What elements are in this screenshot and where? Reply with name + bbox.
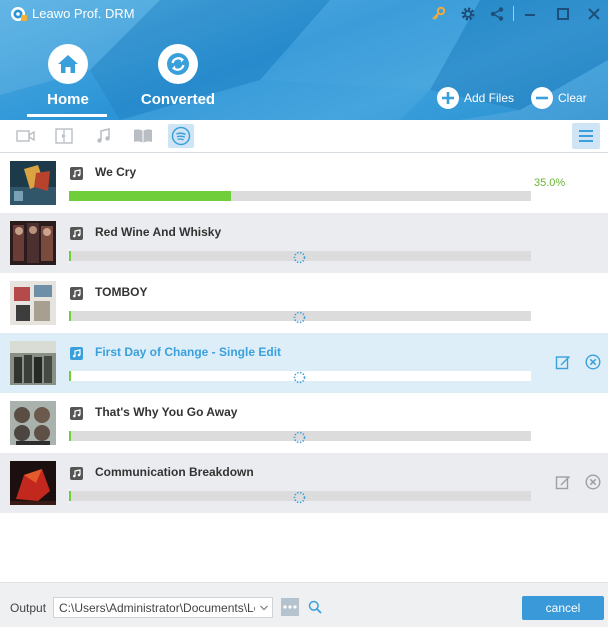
- remove-icon[interactable]: [584, 473, 602, 491]
- song-row[interactable]: Communication Breakdown: [0, 453, 608, 513]
- converted-icon: [158, 44, 198, 84]
- clear-label: Clear: [558, 91, 587, 105]
- nav-converted[interactable]: Converted: [133, 44, 223, 108]
- remove-icon[interactable]: [584, 353, 602, 371]
- song-row[interactable]: Red Wine And Whisky: [0, 213, 608, 273]
- media-filter-bar: [0, 120, 608, 153]
- song-row[interactable]: First Day of Change - Single Edit: [0, 333, 608, 393]
- edit-icon[interactable]: [554, 473, 572, 491]
- nav-home[interactable]: Home: [23, 44, 113, 108]
- song-title: Red Wine And Whisky: [95, 225, 222, 239]
- progress-fill: [69, 431, 71, 441]
- progress-fill: [69, 371, 71, 381]
- titlebar-divider: [513, 6, 514, 21]
- loading-spinner-icon: [293, 311, 306, 324]
- output-path-value: C:\Users\Administrator\Documents\Leawo: [59, 601, 255, 615]
- output-path-select[interactable]: C:\Users\Administrator\Documents\Leawo: [53, 597, 273, 618]
- music-note-icon: [70, 467, 83, 480]
- video-icon[interactable]: [13, 124, 39, 148]
- song-title: We Cry: [95, 165, 137, 179]
- header-banner: Leawo Prof. DRM Home Converted Add Files…: [0, 0, 608, 120]
- music-note-icon: [70, 407, 83, 420]
- cancel-button[interactable]: cancel: [522, 596, 604, 620]
- album-art: [10, 461, 56, 505]
- song-row[interactable]: That's Why You Go Away: [0, 393, 608, 453]
- chevron-down-icon: [260, 605, 268, 611]
- plus-icon: [437, 87, 459, 109]
- music-icon[interactable]: [90, 124, 116, 148]
- loading-spinner-icon: [293, 491, 306, 504]
- footer-bar: Output C:\Users\Administrator\Documents\…: [0, 582, 608, 627]
- progress-fill: [69, 191, 231, 201]
- clear-button[interactable]: Clear: [531, 87, 587, 109]
- output-label: Output: [10, 601, 47, 615]
- album-art: [10, 401, 56, 445]
- loading-spinner-icon: [293, 371, 306, 384]
- close-icon[interactable]: [584, 4, 604, 24]
- nav-active-indicator: [27, 114, 107, 117]
- gear-icon[interactable]: [458, 4, 478, 24]
- progress-percent: 35.0%: [534, 177, 566, 189]
- album-art: [10, 341, 56, 385]
- album-art: [10, 281, 56, 325]
- music-note-icon: [70, 227, 83, 240]
- album-art: [10, 221, 56, 265]
- minimize-icon[interactable]: [520, 4, 540, 24]
- music-note-icon: [70, 167, 83, 180]
- progress-fill: [69, 491, 71, 501]
- song-row[interactable]: TOMBOY: [0, 273, 608, 333]
- browse-folder-button[interactable]: [281, 598, 299, 616]
- home-icon: [48, 44, 88, 84]
- add-files-label: Add Files: [464, 91, 515, 105]
- edit-icon[interactable]: [554, 353, 572, 371]
- song-title: TOMBOY: [95, 285, 148, 299]
- song-title: First Day of Change - Single Edit: [95, 345, 282, 359]
- title-bar: Leawo Prof. DRM: [0, 0, 608, 28]
- nav-converted-label: Converted: [140, 91, 216, 108]
- spotify-icon[interactable]: [168, 124, 194, 148]
- music-note-icon: [70, 347, 83, 360]
- song-title: Communication Breakdown: [95, 465, 254, 479]
- loading-spinner-icon: [293, 251, 306, 264]
- album-art: [10, 161, 56, 205]
- music-note-icon: [70, 287, 83, 300]
- song-row[interactable]: We Cry 35.0%: [0, 153, 608, 213]
- nav-home-label: Home: [47, 91, 89, 108]
- key-icon[interactable]: [428, 4, 448, 24]
- open-folder-button[interactable]: [306, 598, 324, 616]
- app-logo-icon: [11, 7, 27, 21]
- maximize-icon[interactable]: [553, 4, 573, 24]
- add-files-button[interactable]: Add Files: [437, 87, 514, 109]
- app-title: Leawo Prof. DRM: [32, 6, 135, 21]
- loading-spinner-icon: [293, 431, 306, 444]
- share-icon[interactable]: [487, 4, 507, 24]
- minus-icon: [531, 87, 553, 109]
- progress-bar: [69, 191, 531, 201]
- book-icon[interactable]: [130, 124, 156, 148]
- search-icon: [308, 600, 322, 614]
- progress-fill: [69, 251, 71, 261]
- more-icon: [283, 605, 297, 609]
- menu-icon[interactable]: [572, 123, 600, 149]
- ebook-icon[interactable]: [51, 124, 77, 148]
- progress-fill: [69, 311, 71, 321]
- song-title: That's Why You Go Away: [95, 405, 238, 419]
